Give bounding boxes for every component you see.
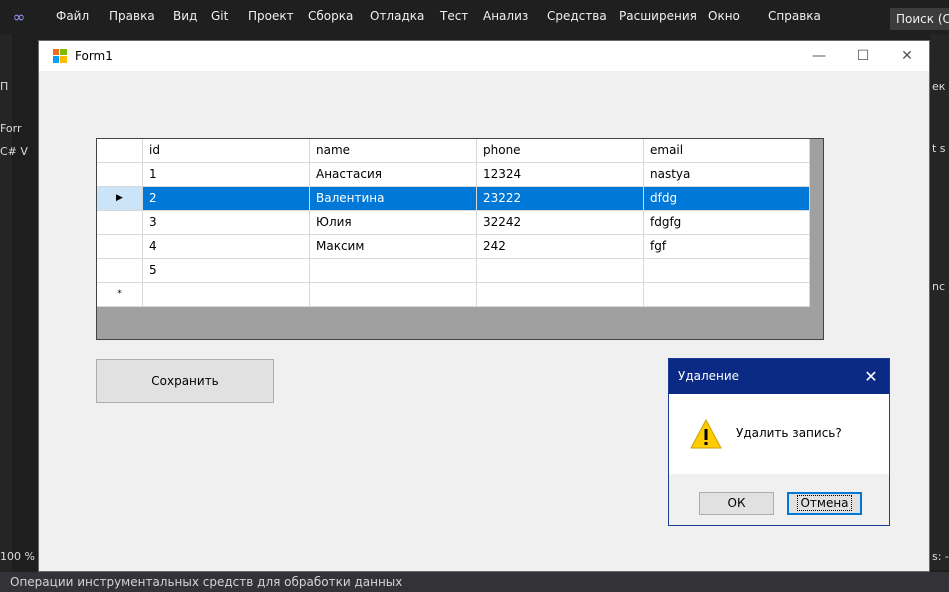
warning-icon [690,419,722,449]
dialog-body: Удалить запись? [669,394,889,474]
data-grid[interactable]: id name phone email 1 Анастасия 12324 na… [96,138,824,340]
menu-debug[interactable]: Отладка [362,0,432,34]
maximize-button[interactable]: ☐ [841,41,885,71]
menu-edit[interactable]: Правка [101,0,163,34]
dialog-title: Удаление [678,369,740,383]
grid-right-margin [810,139,823,339]
right-fragment: s: - [932,550,949,563]
form-app-icon [53,49,67,63]
form-titlebar[interactable]: Form1 — ☐ ✕ [39,41,929,71]
menu-analyze[interactable]: Анализ [475,0,536,34]
cell-email[interactable]: fdgfg [644,211,810,235]
cell-id[interactable]: 4 [143,235,310,259]
cell-name[interactable] [310,259,477,283]
cell-email[interactable] [644,259,810,283]
column-header-id[interactable]: id [143,139,310,163]
cell-phone[interactable] [477,283,644,307]
row-header[interactable] [97,211,143,235]
cell-id[interactable]: 1 [143,163,310,187]
cell-name[interactable]: Юлия [310,211,477,235]
vs-menu-bar: ∞ Файл Правка Вид Git Проект Сборка Отла… [0,0,949,34]
left-fragment: C# V [0,145,28,158]
menu-test[interactable]: Тест [432,0,476,34]
cell-phone[interactable] [477,259,644,283]
cell-id[interactable]: 2 [143,187,310,211]
zoom-level: 100 % [0,550,35,563]
menu-help[interactable]: Справка [760,0,829,34]
dialog-footer: ОК Отмена [669,474,889,525]
right-fragment: nc [932,280,946,293]
cancel-button-label: Отмена [797,495,852,511]
cell-id[interactable]: 3 [143,211,310,235]
cell-id[interactable]: 5 [143,259,310,283]
table-row-selected[interactable]: ▶ 2 Валентина 23222 dfdg [97,187,810,211]
table-row[interactable]: 3 Юлия 32242 fdgfg [97,211,810,235]
cell-phone[interactable]: 23222 [477,187,644,211]
vs-status-bar: Операции инструментальных средств для об… [0,572,949,592]
left-fragment: П [0,80,9,93]
menu-file[interactable]: Файл [48,0,97,34]
ok-button[interactable]: ОК [699,492,774,515]
row-header[interactable] [97,259,143,283]
minimize-button[interactable]: — [797,41,841,71]
column-header-phone[interactable]: phone [477,139,644,163]
vs-search-box[interactable]: Поиск (C [890,8,949,30]
row-header[interactable] [97,235,143,259]
cell-email[interactable]: dfdg [644,187,810,211]
grid-header-row: id name phone email [97,139,810,163]
cell-email[interactable]: nastya [644,163,810,187]
table-row[interactable]: 5 [97,259,810,283]
delete-dialog: Удаление ✕ Удалить запись? ОК Отмена [668,358,890,526]
right-fragment: t s [932,142,946,155]
cancel-button[interactable]: Отмена [787,492,862,515]
menu-extensions[interactable]: Расширения [611,0,705,34]
cell-phone[interactable]: 32242 [477,211,644,235]
left-fragment: Forr [0,122,22,135]
grid-corner-header[interactable] [97,139,143,163]
cell-name[interactable] [310,283,477,307]
cell-email[interactable] [644,283,810,307]
menu-project[interactable]: Проект [240,0,302,34]
table-row[interactable]: 1 Анастасия 12324 nastya [97,163,810,187]
cell-name[interactable]: Максим [310,235,477,259]
menu-git[interactable]: Git [203,0,236,34]
menu-build[interactable]: Сборка [300,0,361,34]
row-header[interactable] [97,163,143,187]
cell-name[interactable]: Валентина [310,187,477,211]
visual-studio-logo-icon[interactable]: ∞ [8,8,30,26]
new-row-marker[interactable]: * [97,283,143,307]
menu-tools[interactable]: Средства [539,0,615,34]
dialog-message: Удалить запись? [736,426,842,440]
close-button[interactable]: ✕ [885,41,929,71]
right-fragment: ек [932,80,946,93]
menu-window[interactable]: Окно [700,0,748,34]
column-header-name[interactable]: name [310,139,477,163]
new-row[interactable]: * [97,283,810,307]
cell-phone[interactable]: 242 [477,235,644,259]
column-header-email[interactable]: email [644,139,810,163]
dialog-titlebar[interactable]: Удаление ✕ [669,359,889,394]
menu-view[interactable]: Вид [165,0,205,34]
save-button[interactable]: Сохранить [96,359,274,403]
cell-email[interactable]: fgf [644,235,810,259]
row-current-marker[interactable]: ▶ [97,187,143,211]
vs-left-panel: П Forr C# V 100 % [0,34,35,592]
cell-name[interactable]: Анастасия [310,163,477,187]
cell-phone[interactable]: 12324 [477,163,644,187]
vs-right-panel: ек t s nc s: - [930,34,949,570]
dialog-close-button[interactable]: ✕ [857,359,885,394]
form-title: Form1 [75,49,113,63]
cell-id[interactable] [143,283,310,307]
table-row[interactable]: 4 Максим 242 fgf [97,235,810,259]
